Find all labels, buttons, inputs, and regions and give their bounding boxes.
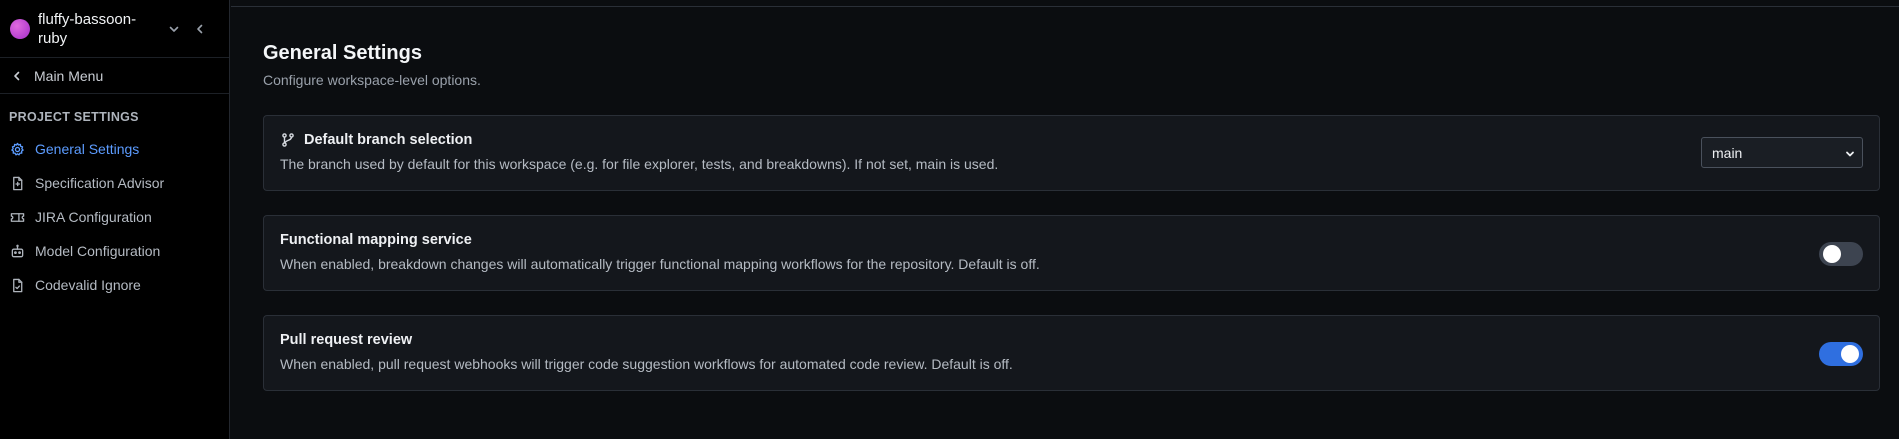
default-branch-select[interactable]: main	[1701, 137, 1863, 168]
card-description: The branch used by default for this work…	[280, 156, 999, 172]
ticket-icon	[10, 210, 25, 225]
card-title-label: Default branch selection	[304, 132, 473, 148]
robot-icon	[10, 244, 25, 259]
sidebar-item-model-configuration[interactable]: Model Configuration	[0, 234, 229, 268]
card-description: When enabled, pull request webhooks will…	[280, 356, 1013, 372]
workspace-name[interactable]: fluffy-bassoon-ruby	[38, 10, 158, 48]
chevron-down-icon	[1844, 147, 1856, 159]
file-icon	[10, 278, 25, 293]
card-title: Functional mapping service	[280, 232, 472, 248]
gear-icon	[10, 142, 25, 157]
section-title: PROJECT SETTINGS	[9, 110, 139, 124]
sidebar-item-codevalid-ignore[interactable]: Codevalid Ignore	[0, 268, 229, 302]
card-description: When enabled, breakdown changes will aut…	[280, 256, 1040, 272]
toggle-knob	[1823, 245, 1841, 263]
workspace-header: fluffy-bassoon-ruby	[0, 0, 229, 58]
toggle-knob	[1841, 345, 1859, 363]
sidebar-item-label: General Settings	[35, 141, 140, 157]
git-branch-icon	[280, 132, 296, 148]
page-title: General Settings	[263, 42, 422, 64]
page-subtitle: Configure workspace-level options.	[263, 72, 481, 88]
functional-mapping-card: Functional mapping service When enabled,…	[263, 215, 1880, 291]
settings-nav: General Settings Specification Advisor J…	[0, 132, 229, 302]
card-title: Pull request review	[280, 332, 413, 348]
sidebar-item-label: JIRA Configuration	[35, 209, 152, 225]
functional-mapping-toggle[interactable]	[1819, 242, 1863, 266]
card-title: Default branch selection	[280, 132, 472, 148]
default-branch-card: Default branch selection The branch used…	[263, 115, 1880, 191]
document-icon	[10, 176, 25, 191]
sidebar-item-label: Codevalid Ignore	[35, 277, 141, 293]
collapse-sidebar-icon[interactable]	[190, 19, 210, 39]
main-content: General Settings Configure workspace-lev…	[231, 0, 1899, 439]
select-value: main	[1712, 144, 1743, 161]
sidebar-item-label: Specification Advisor	[35, 175, 165, 191]
pull-request-review-card: Pull request review When enabled, pull r…	[263, 315, 1880, 391]
sidebar-item-specification-advisor[interactable]: Specification Advisor	[0, 166, 229, 200]
workspace-avatar	[10, 18, 30, 39]
sidebar-item-jira-configuration[interactable]: JIRA Configuration	[0, 200, 229, 234]
sidebar-item-general-settings[interactable]: General Settings	[0, 132, 229, 166]
main-menu-label: Main Menu	[34, 67, 104, 84]
sidebar: fluffy-bassoon-ruby Main Menu PROJECT SE…	[0, 0, 230, 439]
chevron-down-icon[interactable]	[164, 19, 184, 39]
chevron-left-icon	[10, 69, 24, 83]
pull-request-review-toggle[interactable]	[1819, 342, 1863, 366]
main-menu-link[interactable]: Main Menu	[0, 58, 229, 94]
sidebar-item-label: Model Configuration	[35, 243, 161, 259]
